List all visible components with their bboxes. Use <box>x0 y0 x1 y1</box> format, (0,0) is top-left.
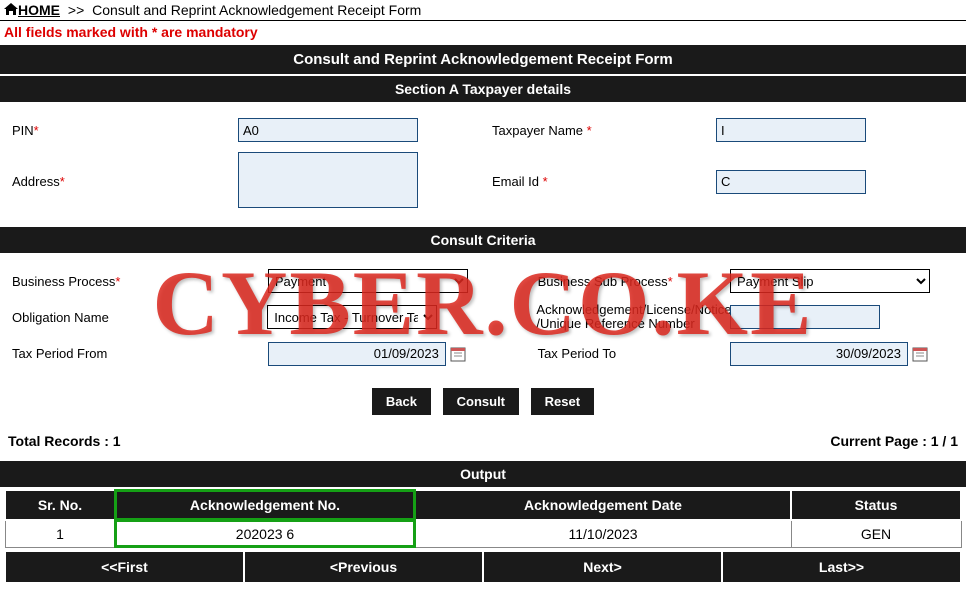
required-star: * <box>115 274 120 289</box>
mandatory-note: All fields marked with * are mandatory <box>0 21 966 43</box>
total-records-label: Total Records : <box>8 433 113 449</box>
address-label: Address <box>12 174 60 189</box>
reset-button[interactable]: Reset <box>531 388 594 415</box>
tax-period-from-input[interactable] <box>268 342 446 366</box>
breadcrumb-current: Consult and Reprint Acknowledgement Rece… <box>92 2 421 18</box>
tax-period-to-label: Tax Period To <box>538 346 617 361</box>
output-table: Sr. No. Acknowledgement No. Acknowledgem… <box>4 489 962 548</box>
email-label: Email Id <box>492 174 543 189</box>
cell-status: GEN <box>791 520 961 548</box>
required-star: * <box>668 274 673 289</box>
output-header: Output <box>0 461 966 487</box>
pager-first[interactable]: <<First <box>5 551 244 583</box>
taxpayer-details-form: PIN* Taxpayer Name * Address* Email Id * <box>0 104 966 225</box>
table-row[interactable]: 1 202023 6 11/10/2023 GEN <box>5 520 961 548</box>
mandatory-suffix: are mandatory <box>157 24 257 40</box>
pager-last[interactable]: Last>> <box>722 551 961 583</box>
consult-button[interactable]: Consult <box>443 388 519 415</box>
business-process-select[interactable]: Payment <box>268 269 468 293</box>
cell-ack-date: 11/10/2023 <box>415 520 791 548</box>
pager-previous[interactable]: <Previous <box>244 551 483 583</box>
ack-ref-label: Acknowledgement/License/Notice /Unique R… <box>536 302 731 331</box>
business-process-label: Business Process <box>12 274 115 289</box>
taxpayer-name-label: Taxpayer Name <box>492 123 587 138</box>
back-button[interactable]: Back <box>372 388 431 415</box>
button-row: Back Consult Reset <box>0 380 966 423</box>
total-records-value: 1 <box>113 433 121 449</box>
col-status: Status <box>791 490 961 520</box>
pager-next[interactable]: Next> <box>483 551 722 583</box>
current-page-label: Current Page : <box>830 433 930 449</box>
cell-ack-no[interactable]: 202023 6 <box>115 520 415 548</box>
page-title: Consult and Reprint Acknowledgement Rece… <box>0 45 966 74</box>
obligation-name-select[interactable]: Income Tax - Turnover Tax <box>267 305 437 329</box>
col-sr-no: Sr. No. <box>5 490 115 520</box>
required-star: * <box>543 174 548 189</box>
obligation-name-label: Obligation Name <box>12 310 109 325</box>
tax-period-to-input[interactable] <box>730 342 908 366</box>
email-input[interactable] <box>716 170 866 194</box>
calendar-icon[interactable] <box>912 346 928 362</box>
breadcrumb-separator: >> <box>68 2 84 18</box>
pin-label: PIN <box>12 123 34 138</box>
required-star: * <box>60 174 65 189</box>
required-star: * <box>34 123 39 138</box>
consult-criteria-form: Business Process* Payment Business Sub P… <box>0 255 966 380</box>
taxpayer-name-input[interactable] <box>716 118 866 142</box>
mandatory-prefix: All fields marked with <box>4 24 152 40</box>
current-page-value: 1 / 1 <box>931 433 958 449</box>
results-summary: Total Records : 1 Current Page : 1 / 1 <box>0 423 966 459</box>
business-sub-process-label: Business Sub Process <box>538 274 668 289</box>
address-textarea[interactable] <box>238 152 418 208</box>
ack-ref-input[interactable] <box>730 305 880 329</box>
section-a-header: Section A Taxpayer details <box>0 76 966 102</box>
home-icon <box>4 2 18 18</box>
required-star: * <box>587 123 592 138</box>
pager: <<First <Previous Next> Last>> <box>4 550 962 584</box>
business-sub-process-select[interactable]: Payment Slip <box>730 269 930 293</box>
col-ack-no: Acknowledgement No. <box>115 490 415 520</box>
tax-period-from-label: Tax Period From <box>12 346 107 361</box>
col-ack-date: Acknowledgement Date <box>415 490 791 520</box>
pin-input[interactable] <box>238 118 418 142</box>
breadcrumb: HOME >> Consult and Reprint Acknowledgem… <box>0 0 966 21</box>
calendar-icon[interactable] <box>450 346 466 362</box>
table-header-row: Sr. No. Acknowledgement No. Acknowledgem… <box>5 490 961 520</box>
home-link[interactable]: HOME <box>18 2 60 18</box>
cell-sr-no: 1 <box>5 520 115 548</box>
consult-criteria-header: Consult Criteria <box>0 227 966 253</box>
